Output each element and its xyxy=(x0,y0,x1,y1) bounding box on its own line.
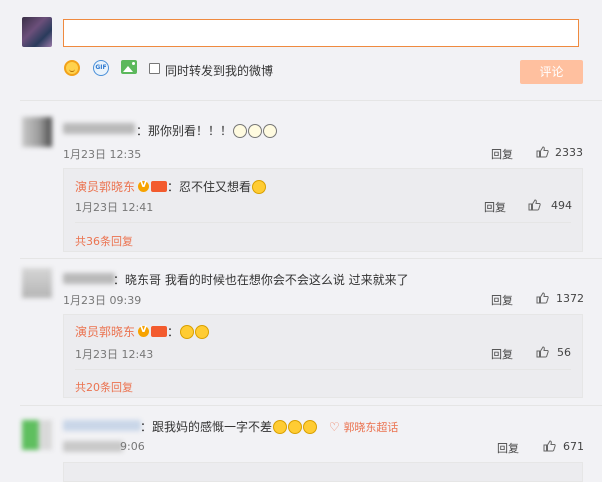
reply-author-link[interactable]: 演员郭晓东 xyxy=(75,180,135,194)
divider xyxy=(75,222,571,223)
reply-button[interactable]: 回复 xyxy=(484,199,506,215)
commenter-avatar[interactable] xyxy=(22,117,52,147)
commenter-name[interactable] xyxy=(63,123,135,134)
verified-badge-icon xyxy=(138,325,150,337)
emoji-icon[interactable] xyxy=(64,60,80,76)
emoji-icon xyxy=(263,124,278,138)
emoji-icon xyxy=(180,325,195,339)
comment-input[interactable] xyxy=(63,19,579,47)
comment-text: ：那你别看！！！ xyxy=(136,124,233,138)
commenter-name[interactable] xyxy=(63,420,141,431)
super-topic-icon: ♡ xyxy=(328,420,340,434)
emoji-icon xyxy=(233,124,248,138)
like-count: 671 xyxy=(563,440,584,453)
emoji-icon xyxy=(303,420,318,434)
reply-text: ：忍不住又想看 xyxy=(167,180,252,194)
like-icon[interactable] xyxy=(536,346,549,358)
submit-button[interactable]: 评论 xyxy=(520,60,583,84)
more-replies-link[interactable]: 共36条回复 xyxy=(75,233,133,249)
reply-text: ： xyxy=(167,325,180,339)
gif-icon[interactable]: GIF xyxy=(93,60,109,76)
like-icon[interactable] xyxy=(528,199,541,211)
reply-1: 演员郭晓东 ： xyxy=(75,323,210,340)
reply-time: 1月23日 12:43 xyxy=(75,348,154,361)
more-replies-link[interactable]: 共20条回复 xyxy=(75,379,133,395)
reply-author-link[interactable]: 演员郭晓东 xyxy=(75,325,135,339)
comment-1: ：那你别看！！！ xyxy=(136,122,278,139)
verified-badge-icon xyxy=(138,180,150,192)
divider xyxy=(75,369,571,370)
reply-thread xyxy=(63,462,583,482)
divider xyxy=(20,405,602,406)
super-topic-link[interactable]: ♡ 郭晓东超话 xyxy=(329,420,399,434)
current-user-avatar[interactable] xyxy=(22,17,52,47)
comment-time: 9:06 xyxy=(120,440,145,453)
blurred-time-prefix xyxy=(63,441,123,452)
like-count: 1372 xyxy=(556,292,584,305)
comment-3: ：跟我妈的感慨一字不差 ♡ 郭晓东超话 xyxy=(140,418,398,435)
comment-text: ：跟我妈的感慨一字不差 xyxy=(140,420,273,434)
reply-button[interactable]: 回复 xyxy=(497,440,519,456)
like-icon[interactable] xyxy=(543,440,556,452)
divider xyxy=(20,258,602,259)
like-icon[interactable] xyxy=(536,146,549,158)
image-icon[interactable] xyxy=(121,60,137,74)
divider xyxy=(20,100,602,101)
reply-1: 演员郭晓东 ：忍不住又想看 xyxy=(75,178,267,195)
emoji-icon xyxy=(273,420,288,434)
comment-text: ：晓东哥 我看的时候也在想你会不会这么说 过来就来了 xyxy=(113,273,409,287)
repost-checkbox[interactable] xyxy=(149,63,160,74)
like-count: 56 xyxy=(557,346,571,359)
emoji-icon xyxy=(252,180,267,194)
vip-badge-icon xyxy=(151,181,168,192)
emoji-icon xyxy=(248,124,263,138)
commenter-avatar[interactable] xyxy=(22,420,52,450)
like-count: 494 xyxy=(551,199,572,212)
reply-button[interactable]: 回复 xyxy=(491,292,513,308)
emoji-icon xyxy=(195,325,210,339)
reply-button[interactable]: 回复 xyxy=(491,346,513,362)
commenter-avatar[interactable] xyxy=(22,268,52,298)
comment-time: 1月23日 12:35 xyxy=(63,148,142,161)
like-count: 2333 xyxy=(555,146,583,159)
commenter-name[interactable] xyxy=(63,273,115,284)
repost-label[interactable]: 同时转发到我的微博 xyxy=(165,62,273,79)
comment-time: 1月23日 09:39 xyxy=(63,294,142,307)
like-icon[interactable] xyxy=(536,292,549,304)
super-topic-label: 郭晓东超话 xyxy=(343,421,399,434)
vip-badge-icon xyxy=(151,326,168,337)
reply-time: 1月23日 12:41 xyxy=(75,201,154,214)
emoji-icon xyxy=(288,420,303,434)
reply-button[interactable]: 回复 xyxy=(491,146,513,162)
